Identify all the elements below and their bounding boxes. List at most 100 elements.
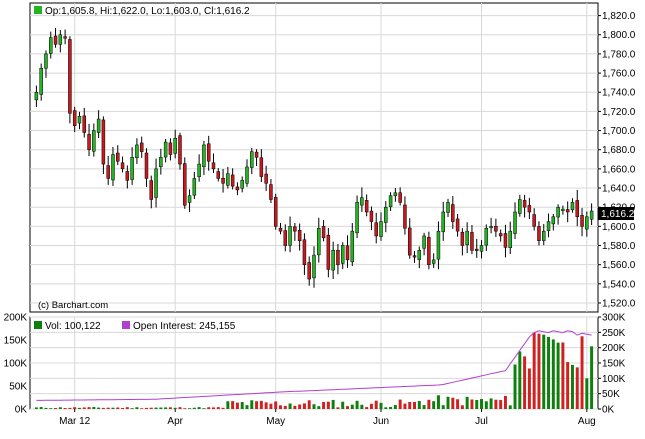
candle	[178, 132, 182, 170]
volume-bar	[255, 401, 259, 409]
candle-body	[407, 227, 412, 256]
volume-bar	[551, 339, 555, 409]
volume-bar	[144, 407, 148, 409]
ohlc-legend-swatch	[34, 6, 42, 14]
volume-bar	[508, 405, 512, 409]
candle-body	[455, 218, 460, 232]
candle-body	[283, 230, 288, 246]
volume-bar	[513, 364, 517, 409]
candle-body	[44, 53, 48, 69]
watermark: (c) Barchart.com	[38, 300, 108, 311]
candle-body	[589, 210, 594, 220]
open-interest-legend-swatch	[122, 321, 130, 329]
volume-bar	[494, 399, 498, 409]
volume-bar	[188, 408, 192, 409]
candle-body	[422, 235, 426, 249]
volume-tick-label: 200K	[4, 313, 28, 324]
volume-bar	[446, 396, 450, 409]
volume-bar	[221, 407, 225, 409]
volume-bar	[207, 407, 211, 409]
volume-bar	[125, 407, 129, 409]
candle-body	[374, 222, 378, 237]
volume-bar	[460, 405, 464, 409]
candle-body	[111, 154, 115, 181]
candle-body	[120, 162, 125, 170]
candle-body	[317, 228, 321, 256]
volume-bar	[183, 408, 187, 409]
volume-bar	[202, 408, 206, 409]
open-interest-legend: Open Interest: 245,155	[133, 321, 236, 332]
candle-body	[106, 165, 110, 179]
candle-body	[240, 180, 244, 189]
x-tick-label: Mar 12	[59, 416, 91, 427]
candle-body	[250, 151, 254, 168]
candle-body	[360, 197, 364, 206]
candle-body	[542, 230, 546, 241]
candle-body	[297, 229, 302, 241]
volume-bar	[288, 403, 292, 409]
candle-body	[135, 144, 139, 158]
volume-bar	[140, 408, 144, 409]
candle-body	[508, 230, 512, 248]
candle-body	[216, 171, 221, 179]
candle-body	[537, 226, 541, 241]
volume-bar	[379, 402, 383, 409]
volume-tick-label: 100K	[4, 359, 28, 370]
volume-bar	[499, 400, 503, 409]
volume-bar	[336, 407, 340, 409]
candle-body	[53, 35, 58, 45]
candle-body	[340, 245, 345, 264]
candle-body	[503, 233, 508, 248]
candle-body	[321, 226, 326, 239]
candle-body	[575, 200, 579, 218]
volume-bar	[575, 367, 579, 409]
volume-bar	[259, 400, 263, 409]
volume-axis: 0K 50K 100K 150K 200K	[4, 313, 28, 416]
price-tick-label: 1,740.0	[602, 88, 636, 99]
oi-tick-label: 50K	[602, 389, 620, 400]
chart-canvas: 1,520.01,540.01,560.01,580.01,600.01,620…	[4, 2, 636, 427]
candle	[427, 231, 431, 270]
volume-bar	[269, 403, 273, 409]
price-tick-label: 1,640.0	[602, 184, 636, 195]
candle-body	[288, 226, 292, 246]
price-tick-label: 1,540.0	[602, 279, 636, 290]
candle-body	[235, 186, 240, 191]
volume-bar	[164, 407, 168, 409]
candle-body	[173, 137, 177, 154]
volume-bar	[274, 401, 278, 409]
volume-bar	[441, 405, 445, 409]
volume-bar	[369, 403, 373, 409]
candle-body	[518, 199, 522, 214]
volume-bar	[264, 402, 268, 409]
volume-tick-label: 0K	[15, 405, 28, 416]
candle-body	[331, 250, 335, 271]
candle-body	[245, 166, 249, 184]
volume-bar	[350, 404, 354, 409]
volume-bar	[293, 405, 297, 409]
candle-body	[522, 200, 527, 208]
candle-body	[259, 157, 264, 177]
x-tick-label: Apr	[167, 416, 183, 427]
candle-body	[312, 254, 316, 279]
candle-body	[412, 255, 417, 258]
volume-bar	[389, 406, 393, 409]
candle-body	[460, 231, 465, 246]
candle-body	[39, 68, 43, 95]
volume-bar	[561, 342, 565, 409]
candle-body	[130, 157, 134, 180]
candle-body	[484, 228, 489, 246]
volume-bar	[235, 402, 239, 409]
price-tick-label: 1,760.0	[602, 69, 636, 80]
volume-bar	[298, 404, 302, 409]
volume-bar	[585, 378, 589, 409]
volume-bar	[68, 407, 72, 409]
candle-body	[101, 119, 106, 165]
volume-bar	[82, 407, 86, 409]
volume-bar	[480, 399, 484, 409]
candle-body	[149, 180, 153, 200]
candle-body	[470, 232, 474, 251]
candle	[273, 193, 278, 230]
candle-body	[77, 115, 82, 124]
volume-bar	[384, 407, 388, 409]
